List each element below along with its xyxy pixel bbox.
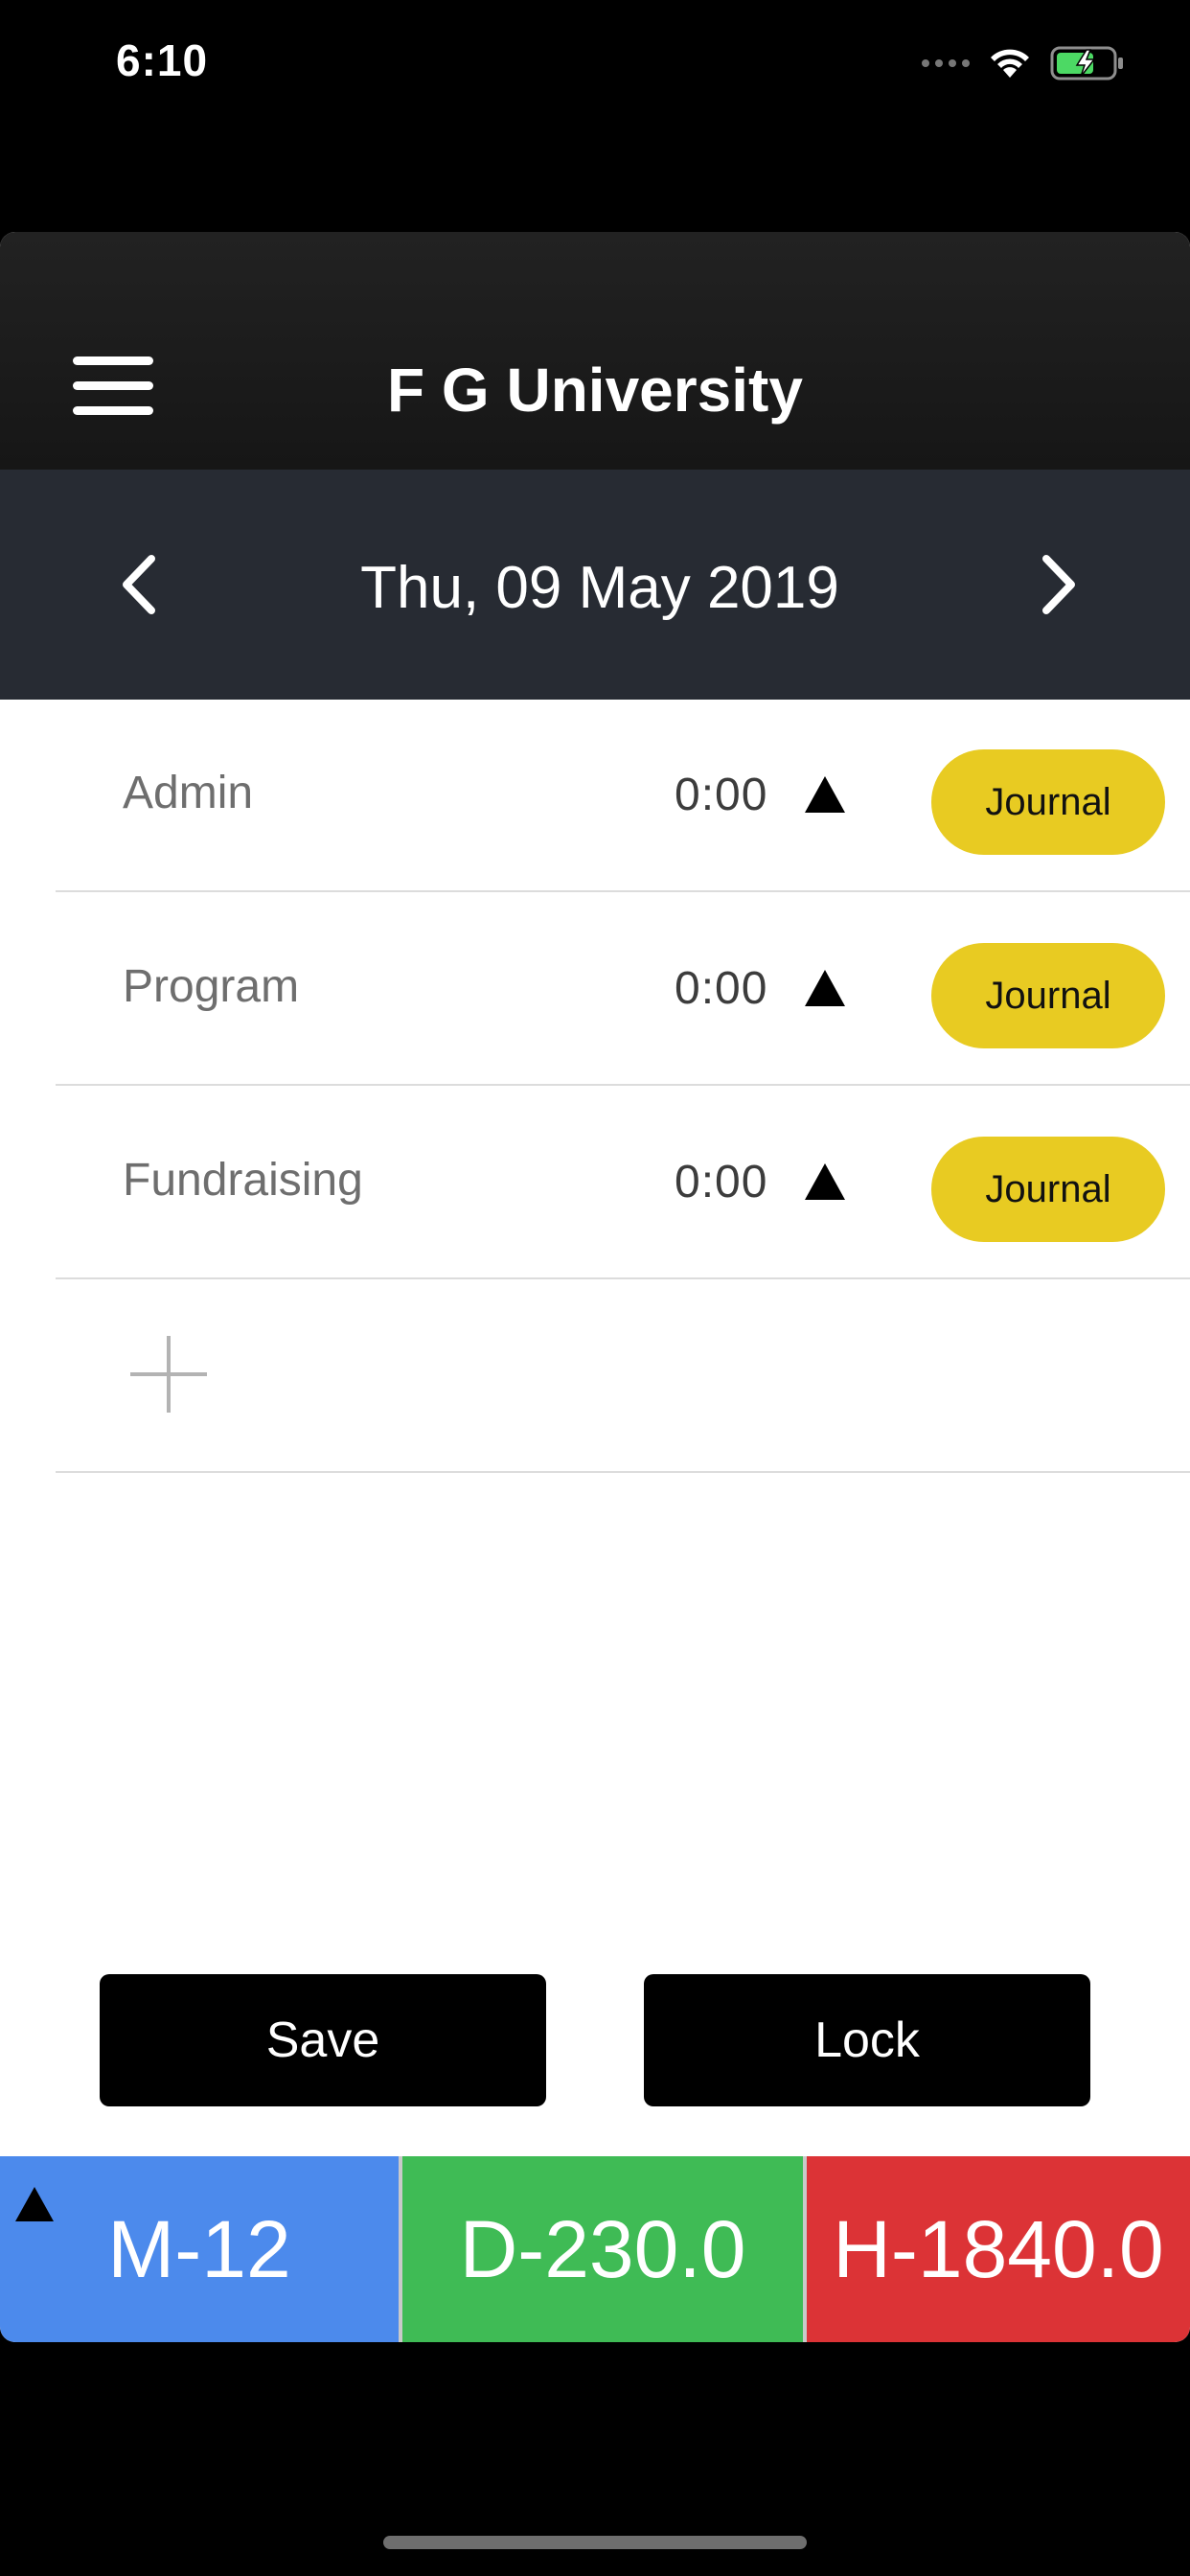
stat-d-label: D-230.0 xyxy=(459,2203,746,2294)
stat-m-panel[interactable]: M-12 xyxy=(0,2156,399,2342)
row-time-value: 0:00 xyxy=(675,1157,768,1208)
stat-h-panel[interactable]: H-1840.0 xyxy=(803,2156,1190,2342)
journal-button[interactable]: Journal xyxy=(931,1137,1165,1242)
list-item: Admin 0:00 Journal xyxy=(56,700,1190,892)
list-item: Program 0:00 Journal xyxy=(56,893,1190,1086)
app-window: F G University Thu, 09 May 2019 Admin 0:… xyxy=(0,232,1190,2342)
row-label: Fundraising xyxy=(123,1155,363,1206)
save-button[interactable]: Save xyxy=(100,1974,546,2106)
current-date: Thu, 09 May 2019 xyxy=(360,555,839,621)
add-row xyxy=(56,1280,1190,1473)
page-title: F G University xyxy=(387,356,803,425)
date-navigator: Thu, 09 May 2019 xyxy=(0,470,1190,700)
list-item: Fundraising 0:00 Journal xyxy=(56,1087,1190,1279)
stat-d-panel[interactable]: D-230.0 xyxy=(399,2156,803,2342)
plus-icon[interactable] xyxy=(130,1336,207,1413)
row-time-value: 0:00 xyxy=(675,963,768,1014)
lock-button[interactable]: Lock xyxy=(644,1974,1090,2106)
stat-m-label: M-12 xyxy=(107,2203,291,2294)
status-time: 6:10 xyxy=(116,35,209,85)
row-label: Program xyxy=(123,961,300,1012)
status-icons xyxy=(922,42,1125,84)
row-label: Admin xyxy=(123,768,254,818)
next-day-chevron-icon[interactable] xyxy=(1021,537,1098,632)
stat-h-label: H-1840.0 xyxy=(833,2203,1164,2294)
stats-bar: M-12 D-230.0 H-1840.0 xyxy=(0,2156,1190,2342)
navigation-bar: F G University xyxy=(0,232,1190,470)
signal-icon xyxy=(922,59,970,67)
journal-button[interactable]: Journal xyxy=(931,943,1165,1048)
row-time-value: 0:00 xyxy=(675,770,768,820)
home-indicator[interactable] xyxy=(383,2536,807,2549)
wifi-icon xyxy=(991,49,1029,78)
triangle-up-icon[interactable] xyxy=(13,2185,56,2223)
journal-button[interactable]: Journal xyxy=(931,749,1165,855)
battery-icon xyxy=(1050,46,1123,80)
triangle-up-icon[interactable] xyxy=(803,774,847,815)
triangle-up-icon[interactable] xyxy=(803,968,847,1008)
phone-screen: 6:10 F G University Thu, 09 May 2019 Adm… xyxy=(0,0,1190,2576)
triangle-up-icon[interactable] xyxy=(803,1162,847,1202)
